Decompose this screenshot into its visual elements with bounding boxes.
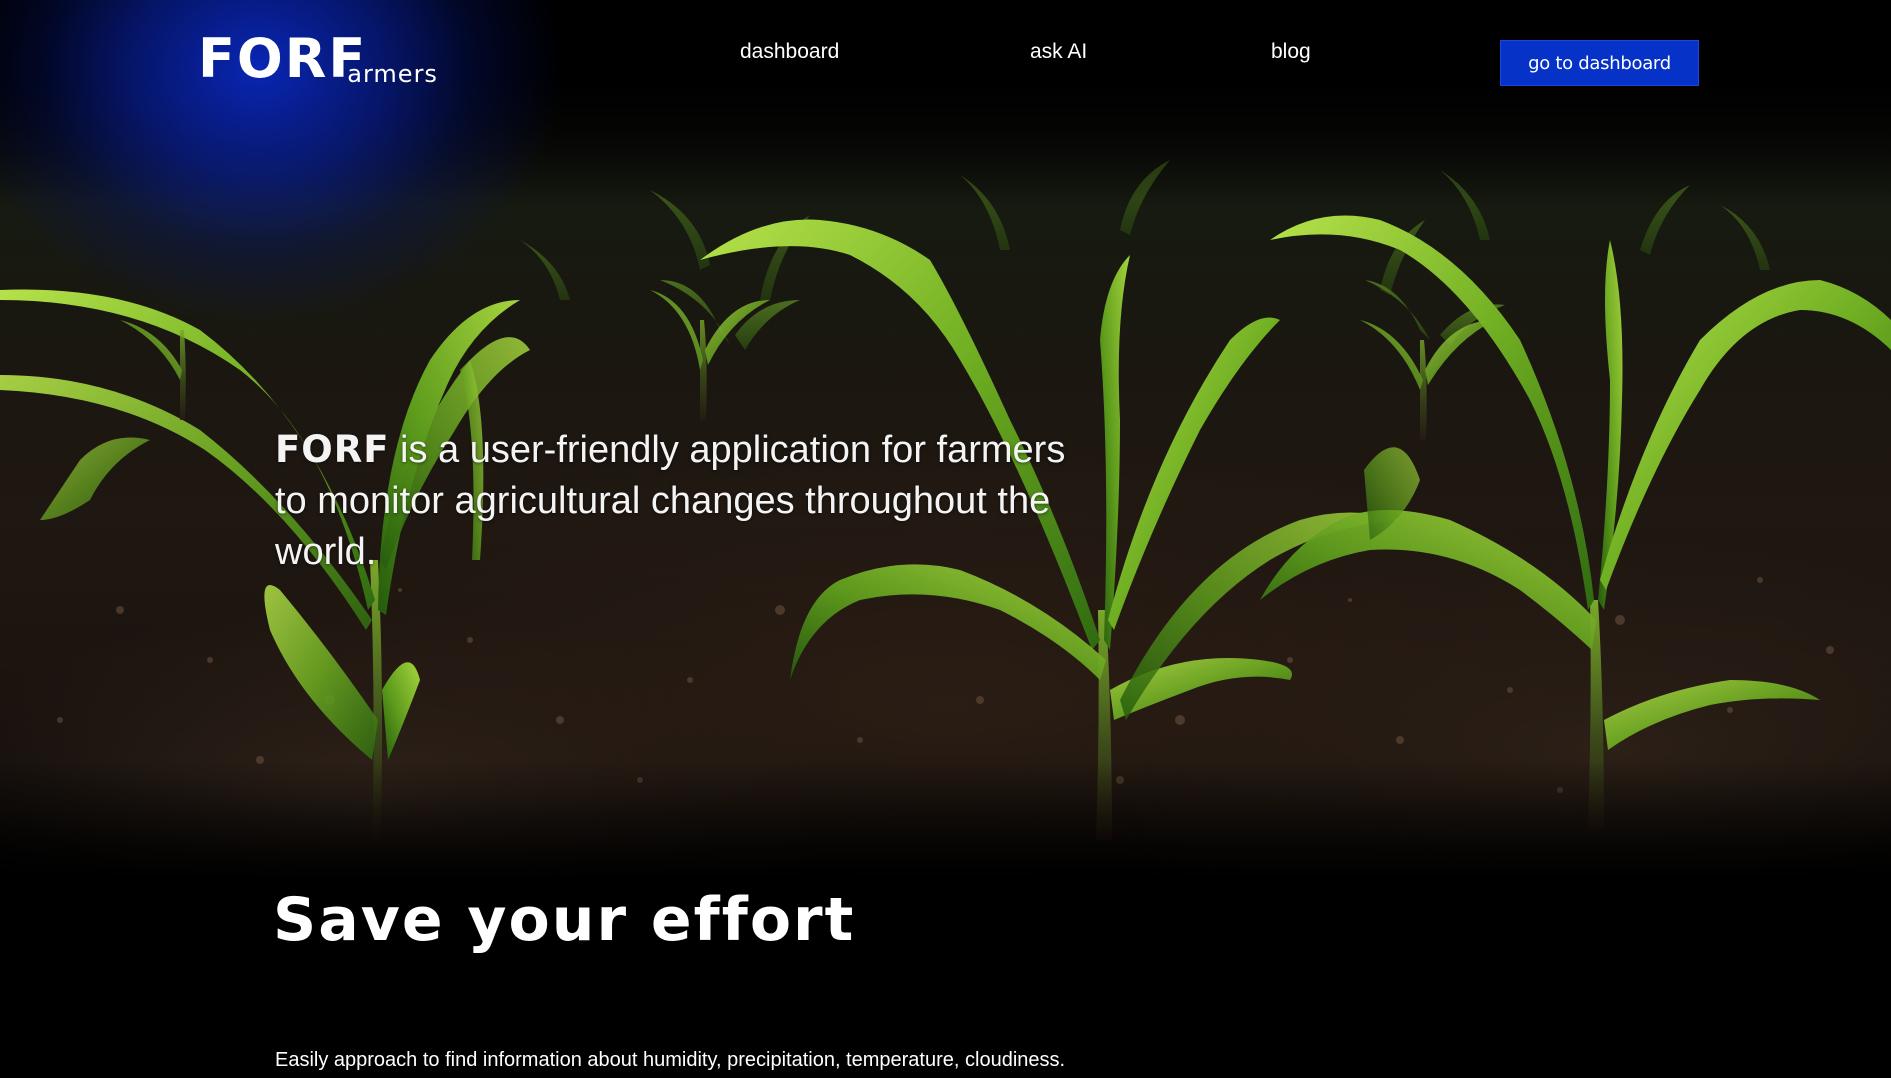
hero-description: FORF is a user-friendly application for … — [275, 424, 1075, 578]
hero-text: is a user-friendly application for farme… — [275, 429, 1066, 573]
section-title: Save your effort — [273, 885, 856, 955]
site-header: FORF armers dashboard ask AI blog go to … — [0, 0, 1891, 110]
logo-sub-text: armers — [347, 60, 438, 88]
bottom-fade-overlay — [0, 760, 1891, 880]
forf-farmers-logo[interactable]: FORF armers — [198, 27, 438, 90]
section-description: Easily approach to find information abou… — [275, 1049, 1066, 1071]
nav-link-ask-ai[interactable]: ask AI — [1030, 40, 1087, 64]
logo-main-text: FORF — [198, 27, 368, 90]
hero-brand-name: FORF — [275, 428, 390, 471]
landing-page: FORF armers dashboard ask AI blog go to … — [0, 0, 1891, 1078]
nav-link-blog[interactable]: blog — [1271, 40, 1311, 64]
nav-link-dashboard[interactable]: dashboard — [740, 40, 839, 64]
go-to-dashboard-button[interactable]: go to dashboard — [1500, 40, 1699, 86]
